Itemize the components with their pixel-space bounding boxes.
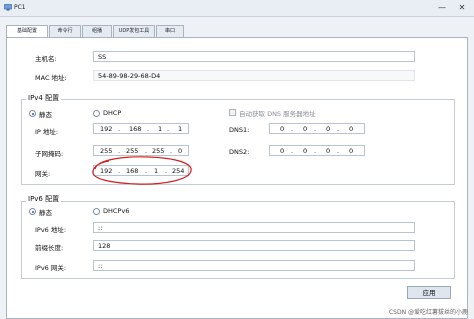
annotation-circle — [92, 156, 192, 185]
subnet-mask-label: 子网掩码: — [35, 150, 64, 158]
hostname-label: 主机名: — [35, 55, 57, 63]
dns1-label: DNS1: — [229, 126, 250, 134]
close-button[interactable]: ✕ — [456, 3, 468, 12]
dns1-input[interactable]: 0 . 0 . 0 . 0 — [269, 123, 365, 134]
dns2-octet-2: 0 — [303, 147, 308, 155]
hostname-input[interactable]: SS — [93, 51, 415, 62]
auto-dns-label: 自动获取 DNS 服务器地址 — [239, 110, 316, 118]
ipv6-gateway-label: IPv6 网关: — [35, 264, 67, 272]
ipv6-static-radio[interactable] — [29, 208, 36, 215]
minimize-button[interactable]: — — [436, 3, 448, 12]
tab-serial[interactable]: 串口 — [156, 25, 184, 37]
basic-config-panel: 主机名: SS MAC 地址: 54-89-98-29-68-D4 IPv4 配… — [6, 37, 468, 319]
dns2-octet-4: 0 — [349, 147, 354, 155]
ip-dot: . — [291, 147, 294, 155]
title-bar: PC1 — ✕ — [0, 0, 474, 17]
dns1-octet-4: 0 — [349, 125, 354, 133]
dns2-label: DNS2: — [229, 148, 250, 156]
dns1-octet-3: 0 — [326, 125, 331, 133]
ip-dot: . — [118, 125, 121, 133]
ipv6-dhcp-label: DHCPv6 — [103, 207, 130, 215]
ip-octet-1: 192 — [100, 125, 113, 133]
prefix-length-input[interactable]: 128 — [93, 240, 415, 251]
pc-config-window: PC1 — ✕ 基础配置 命令行 组播 UDP发包工具 串口 主机名: SS M… — [0, 0, 474, 319]
ipv4-dhcp-label: DHCP — [103, 109, 122, 117]
ip-dot: . — [167, 125, 170, 133]
watermark-text: CSDN @爱吃红薯拔丝的小鹿 — [388, 309, 468, 316]
gateway-label: 网关: — [35, 170, 51, 178]
ip-octet-3: 1 — [158, 125, 163, 133]
ipv6-dhcp-radio[interactable] — [93, 208, 100, 215]
ip-dot: . — [314, 147, 317, 155]
pc-icon — [4, 4, 12, 11]
dns2-octet-1: 0 — [280, 147, 285, 155]
ip-dot: . — [314, 125, 317, 133]
ipv6-address-label: IPv6 地址: — [35, 226, 67, 234]
dns1-octet-2: 0 — [303, 125, 308, 133]
ipv4-dhcp-radio[interactable] — [93, 110, 100, 117]
ipv6-address-input[interactable]: :: — [93, 222, 415, 233]
tab-udp-tool[interactable]: UDP发包工具 — [113, 25, 155, 37]
tab-multicast[interactable]: 组播 — [82, 25, 112, 37]
ip-dot: . — [147, 125, 150, 133]
mac-address-field: 54-89-98-29-68-D4 — [93, 70, 415, 81]
ipv4-static-radio[interactable] — [29, 110, 36, 117]
ip-dot: . — [337, 125, 340, 133]
ipv6-gateway-input[interactable]: :: — [93, 260, 415, 271]
apply-button[interactable]: 应用 — [407, 286, 451, 299]
ipv4-group-title: IPv4 配置 — [26, 93, 62, 103]
ipv6-group-title: IPv6 配置 — [26, 194, 62, 204]
dns1-octet-1: 0 — [280, 125, 285, 133]
ipv6-static-label: 静态 — [39, 209, 52, 217]
ip-octet-4: 1 — [178, 125, 183, 133]
ip-address-input[interactable]: 192 . 168 . 1 . 1 — [93, 123, 189, 134]
prefix-length-label: 前缀长度: — [35, 244, 64, 252]
dns2-octet-3: 0 — [326, 147, 331, 155]
window-title: PC1 — [14, 4, 26, 11]
ipv4-static-label: 静态 — [39, 111, 52, 119]
tab-command-line[interactable]: 命令行 — [49, 25, 81, 37]
dns2-input[interactable]: 0 . 0 . 0 . 0 — [269, 145, 365, 156]
ip-address-label: IP 地址: — [35, 128, 59, 136]
auto-dns-checkbox[interactable] — [229, 109, 236, 116]
ip-octet-2: 168 — [129, 125, 142, 133]
mac-label: MAC 地址: — [35, 74, 67, 82]
ip-dot: . — [337, 147, 340, 155]
ip-dot: . — [291, 125, 294, 133]
